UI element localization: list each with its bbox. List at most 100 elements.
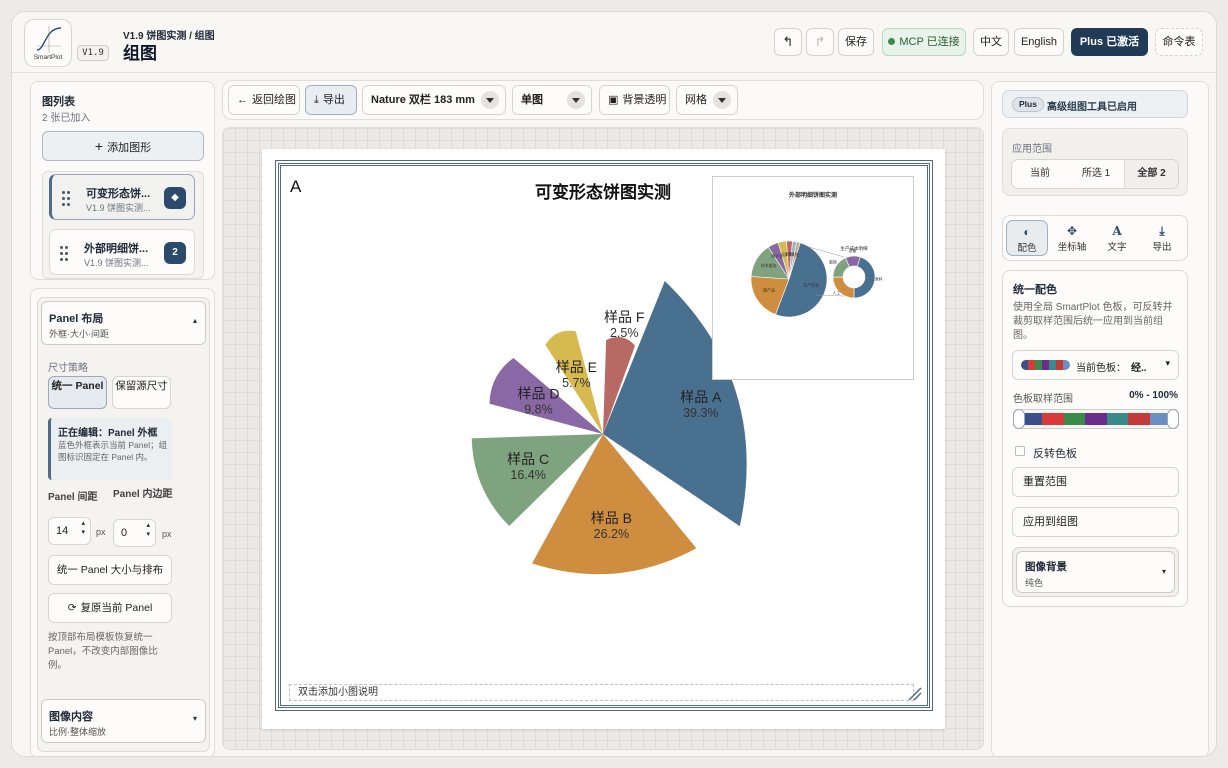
- panel-layout-accordion[interactable]: Panel 布局 外框·大小·间距 ▴: [41, 301, 206, 345]
- range-swatch: [1128, 413, 1150, 425]
- palette-swatch: [1049, 360, 1056, 370]
- figure-list-section: 图列表 2 张已加入 + 添加图形 可变形态饼... V1.9 饼图实测... ◆…: [30, 81, 215, 280]
- tab-color[interactable]: ◐ 配色: [1006, 220, 1048, 256]
- palette-title: 统一配色: [1013, 284, 1057, 296]
- inset-pie-chart: 外部明细饼图实测 生产成本明细 生产成本副产品技术服务维护支持运输包装检测其他原…: [750, 191, 883, 318]
- mcp-status-button[interactable]: MCP 已连接: [882, 28, 966, 56]
- palette-current-label: 当前色板：: [1076, 363, 1126, 374]
- image-content-accordion[interactable]: 图像内容 比例·整体缩放 ▾: [41, 699, 206, 743]
- editing-title: 正在编辑：Panel 外框: [58, 428, 158, 439]
- resize-handle-icon[interactable]: [905, 684, 923, 702]
- range-swatch: [1042, 413, 1064, 425]
- uniform-panel-option[interactable]: 统一 Panel: [48, 376, 107, 409]
- palette-swatch: [1042, 360, 1049, 370]
- figure-list-title: 图列表: [42, 96, 75, 108]
- tab-label: 文字: [1107, 242, 1127, 253]
- mode-select[interactable]: 单图: [512, 85, 592, 115]
- plus-status-button[interactable]: Plus 已激活: [1071, 28, 1148, 56]
- range-slider[interactable]: [1013, 409, 1179, 429]
- slice-category-label: 样品 A: [680, 389, 722, 405]
- inset-slice-label: 其他: [791, 251, 799, 257]
- transparent-bg-button[interactable]: ▣ 背景透明: [599, 85, 670, 115]
- lang-en-button[interactable]: English: [1014, 28, 1064, 56]
- palette-current-value: 经..: [1131, 363, 1147, 374]
- chart-title: 可变形态饼图实测: [535, 182, 671, 202]
- undo-button[interactable]: ↰: [774, 28, 802, 56]
- move-icon: ✥: [1066, 224, 1078, 238]
- range-value: 0% - 100%: [1129, 390, 1178, 401]
- tab-axis[interactable]: ✥ 坐标轴: [1051, 220, 1093, 256]
- export-button[interactable]: ⤓ 导出: [305, 85, 357, 115]
- scope-section: 应用范围 当前 所选 1 全部 2: [1002, 128, 1188, 196]
- stepper-icon[interactable]: ▴ ▾: [81, 519, 85, 537]
- header-bar: SmartPlot V1.9 V1.9 饼图实测 / 组图 组图 ↰ ↱ 保存 …: [12, 12, 1216, 73]
- app-logo[interactable]: SmartPlot: [24, 19, 72, 67]
- inset-slice-label: 人工: [833, 291, 841, 296]
- palette-select[interactable]: 当前色板： 经.. ▾: [1012, 350, 1179, 380]
- inset-slice-label: 原料: [875, 277, 883, 282]
- palette-swatch: [1056, 360, 1063, 370]
- figure-title: 可变形态饼...: [86, 188, 151, 200]
- lang-zh-button[interactable]: 中文: [973, 28, 1009, 56]
- preset-value: Nature 双栏 183 mm: [371, 94, 475, 106]
- chevron-down-icon: [713, 91, 731, 109]
- keep-size-option[interactable]: 保留源尺寸: [112, 376, 171, 409]
- version-badge: V1.9: [77, 45, 109, 61]
- figure-item-1[interactable]: 可变形态饼... V1.9 饼图实测... ◆: [49, 174, 195, 220]
- grid-select[interactable]: 网格: [676, 85, 738, 115]
- figure-item-2[interactable]: 外部明细饼... V1.9 饼图实测... 2: [49, 229, 195, 275]
- status-dot-icon: [888, 38, 896, 45]
- add-figure-button[interactable]: + 添加图形: [42, 131, 204, 161]
- scope-option-current[interactable]: 当前: [1012, 160, 1068, 188]
- tab-export[interactable]: ⤓ 导出: [1141, 220, 1183, 256]
- scope-option-all[interactable]: 全部 2: [1124, 160, 1178, 188]
- refresh-icon: ⟳: [67, 602, 77, 614]
- scope-option-selected[interactable]: 所选 1: [1068, 160, 1124, 188]
- slice-category-label: 样品 D: [517, 385, 559, 401]
- stepper-icon[interactable]: ▴ ▾: [146, 521, 150, 539]
- chevron-up-icon: ▴: [192, 316, 197, 325]
- text-icon: A: [1112, 224, 1122, 238]
- palette-section: 统一配色 使用全局 SmartPlot 色板，可反转并裁剪取样范围后统一应用到当…: [1002, 270, 1188, 607]
- back-to-plot-button[interactable]: ← 返回绘图: [228, 85, 300, 115]
- slice-value-label: 5.7%: [562, 376, 591, 390]
- reverse-checkbox[interactable]: [1015, 446, 1025, 456]
- reset-range-button[interactable]: 重置范围: [1012, 467, 1179, 497]
- background-select[interactable]: 图像背景 纯色 ▾: [1016, 551, 1175, 593]
- apply-to-group-button[interactable]: 应用到组图: [1012, 507, 1179, 537]
- padding-unit: px: [162, 529, 172, 539]
- inset-chart-box[interactable]: 外部明细饼图实测 生产成本明细 生产成本 副产品 技术服务 维护支持 运输 包装 检测 其他原…: [712, 176, 914, 380]
- drag-handle-icon[interactable]: [60, 246, 68, 262]
- tab-text[interactable]: A 文字: [1096, 220, 1138, 256]
- range-swatch: [1063, 413, 1086, 425]
- palette-desc: 使用全局 SmartPlot 色板，可反转并裁剪取样范围后统一应用到当前组图。: [1013, 302, 1173, 341]
- page-title: 组图: [123, 44, 157, 63]
- drag-handle-icon[interactable]: [62, 191, 70, 207]
- arrow-left-icon: ←: [237, 94, 248, 106]
- logo-curve-icon: [36, 26, 62, 52]
- slice-category-label: 样品 B: [591, 510, 632, 526]
- palette-swatch: [1021, 360, 1028, 370]
- preset-select[interactable]: Nature 双栏 183 mm: [362, 85, 506, 115]
- redo-button[interactable]: ↱: [806, 28, 834, 56]
- palette-preview: [1021, 360, 1070, 370]
- slice-value-label: 9.8%: [524, 402, 553, 416]
- restore-panel-button[interactable]: ⟳ 复原当前 Panel: [48, 593, 172, 623]
- plus-tag: Plus: [1012, 97, 1044, 112]
- caption-input[interactable]: 双击添加小图说明: [289, 684, 914, 701]
- padding-input[interactable]: 0 ▴ ▾: [113, 519, 156, 547]
- palette-swatch: [1028, 360, 1035, 370]
- unify-panel-button[interactable]: 统一 Panel 大小与排布: [48, 555, 172, 585]
- editing-notice: 正在编辑：Panel 外框 蓝色外框表示当前 Panel；组图标识固定在 Pan…: [48, 418, 172, 480]
- save-button[interactable]: 保存: [838, 28, 874, 56]
- inset-slice-label: 设备: [849, 248, 857, 253]
- gap-input[interactable]: 14 ▴ ▾: [48, 517, 91, 545]
- download-icon: ⤓: [1159, 224, 1165, 238]
- range-handle-left[interactable]: [1013, 409, 1025, 429]
- image-background-section: 图像背景 纯色 ▾: [1012, 547, 1179, 597]
- command-table-button[interactable]: 命令表: [1155, 28, 1203, 56]
- canvas-area[interactable]: A 可变形态饼图实测 样品 A 39.3% 样品 B 26.2% 样品 C 16.4% 样品…: [222, 127, 984, 750]
- range-handle-right[interactable]: [1167, 409, 1179, 429]
- figure-title: 外部明细饼...: [84, 243, 149, 255]
- size-strategy-label: 尺寸策略: [48, 363, 88, 374]
